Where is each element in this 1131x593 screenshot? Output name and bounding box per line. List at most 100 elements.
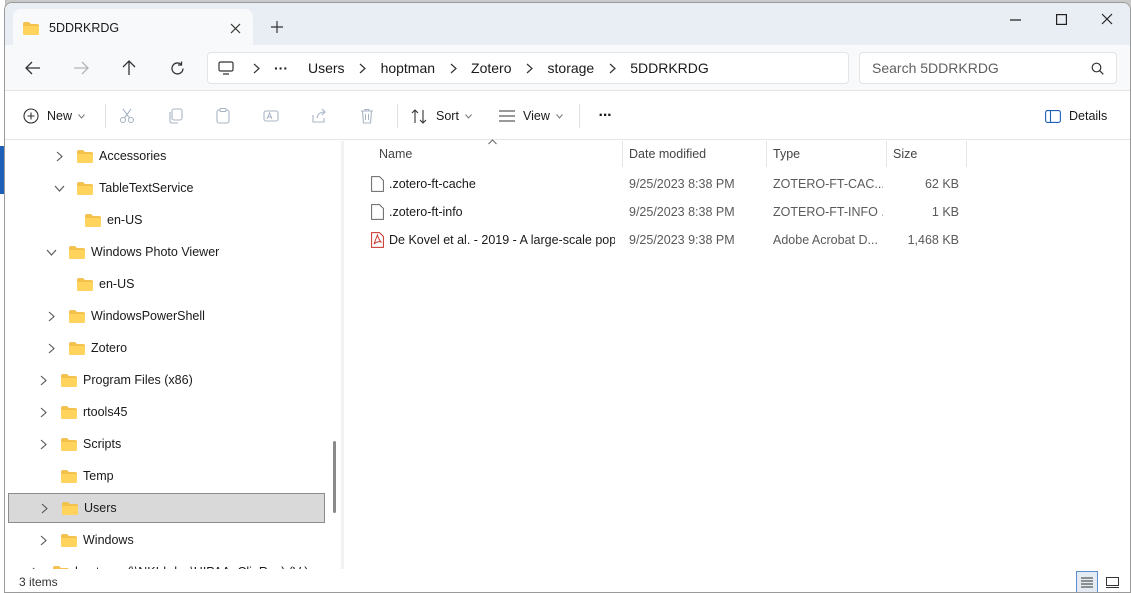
share-button[interactable] xyxy=(311,102,327,130)
file-date: 9/25/2023 9:38 PM xyxy=(629,233,735,247)
file-row[interactable]: .zotero-ft-cache 9/25/2023 8:38 PM ZOTERO-… xyxy=(363,170,963,198)
paste-button[interactable] xyxy=(215,102,231,130)
chevron-down-icon[interactable] xyxy=(51,180,67,196)
file-icon xyxy=(371,198,387,226)
nav-indent xyxy=(35,468,51,484)
breadcrumb-zotero[interactable]: Zotero xyxy=(461,60,521,76)
details-view-icon xyxy=(1081,577,1093,587)
nav-indent xyxy=(59,212,75,228)
details-pane-button[interactable]: Details xyxy=(1045,102,1107,130)
nav-item[interactable]: Zotero xyxy=(5,333,325,363)
file-name: .zotero-ft-info xyxy=(389,205,463,219)
new-tab-button[interactable] xyxy=(263,13,291,41)
close-window-button[interactable] xyxy=(1084,3,1130,35)
separator xyxy=(105,104,106,128)
details-view-button[interactable] xyxy=(1076,571,1098,592)
search-box[interactable]: Search 5DDRKRDG xyxy=(859,52,1117,84)
minimize-button[interactable] xyxy=(992,3,1038,35)
chevron-right-icon[interactable] xyxy=(43,340,59,356)
list-view-icon xyxy=(499,110,515,122)
file-type: ZOTERO-FT-CAC... xyxy=(773,177,883,191)
breadcrumb-current-folder[interactable]: 5DDRKRDG xyxy=(620,60,719,76)
breadcrumb-storage[interactable]: storage xyxy=(538,60,605,76)
file-size: 1,468 KB xyxy=(907,233,959,247)
nav-item[interactable]: Windows Photo Viewer xyxy=(5,237,325,267)
nav-scrollbar-thumb[interactable] xyxy=(333,441,336,513)
column-header-name[interactable]: Name xyxy=(373,139,623,167)
chevron-right-icon[interactable] xyxy=(43,308,59,324)
folder-icon xyxy=(61,533,77,547)
minimize-icon xyxy=(1009,18,1021,21)
chevron-right-icon[interactable] xyxy=(35,532,51,548)
nav-item[interactable]: Program Files (x86) xyxy=(5,365,325,395)
nav-item[interactable]: Scripts xyxy=(5,429,325,459)
chevron-down-icon[interactable] xyxy=(43,244,59,260)
chevron-right-icon[interactable] xyxy=(35,436,51,452)
chevron-right-icon[interactable] xyxy=(51,148,67,164)
nav-item[interactable]: Users xyxy=(8,493,325,523)
plus-circle-icon xyxy=(23,108,39,124)
forward-button[interactable] xyxy=(65,53,97,83)
close-tab-button[interactable] xyxy=(221,14,249,42)
breadcrumb-overflow[interactable]: ··· xyxy=(264,60,298,76)
nav-item[interactable]: hoptman (\\NKI-hdsn\HIPAA_ClinRes) (V:) xyxy=(5,557,325,569)
column-header-type[interactable]: Type xyxy=(767,141,887,167)
search-input[interactable]: Search 5DDRKRDG xyxy=(872,60,1091,76)
tab-5ddrkrdg[interactable]: 5DDRKRDG xyxy=(13,9,253,47)
file-icon xyxy=(371,170,387,198)
nav-item[interactable]: Temp xyxy=(5,461,325,491)
file-row[interactable]: De Kovel et al. - 2019 - A large-scale p… xyxy=(363,226,963,254)
delete-button[interactable] xyxy=(359,102,375,130)
column-header-date[interactable]: Date modified xyxy=(623,141,767,167)
up-button[interactable] xyxy=(113,53,145,83)
maximize-button[interactable] xyxy=(1038,3,1084,35)
file-row[interactable]: .zotero-ft-info 9/25/2023 8:38 PM ZOTERO-F… xyxy=(363,198,963,226)
nav-item[interactable]: en-US xyxy=(5,205,325,235)
copy-button[interactable] xyxy=(167,102,183,130)
chevron-right-icon[interactable] xyxy=(355,63,371,74)
pane-divider[interactable] xyxy=(341,141,344,569)
chevron-right-icon[interactable] xyxy=(522,63,538,74)
column-date-label: Date modified xyxy=(629,147,707,161)
new-button[interactable]: New xyxy=(23,102,85,130)
nav-item-label: Temp xyxy=(83,469,114,483)
pdf-icon xyxy=(371,226,387,254)
column-header-size[interactable]: Size xyxy=(887,141,967,167)
navigation-pane: Accessories TableTextService en-US Windows … xyxy=(5,141,338,569)
nav-item[interactable]: rtools45 xyxy=(5,397,325,427)
back-button[interactable] xyxy=(17,53,49,83)
nav-item[interactable]: Windows xyxy=(5,525,325,555)
chevron-right-icon[interactable] xyxy=(604,63,620,74)
file-type: Adobe Acrobat D... xyxy=(773,233,878,247)
separator xyxy=(579,104,580,128)
nav-item[interactable]: TableTextService xyxy=(5,173,325,203)
nav-item[interactable]: en-US xyxy=(5,269,325,299)
more-options-button[interactable]: ··· xyxy=(591,102,619,130)
nav-item[interactable]: Accessories xyxy=(5,141,325,171)
scissors-icon xyxy=(119,108,135,124)
file-name: De Kovel et al. - 2019 - A large-scale p… xyxy=(389,233,615,247)
chevron-right-icon[interactable] xyxy=(445,63,461,74)
folder-icon xyxy=(61,405,77,419)
view-button[interactable]: View xyxy=(499,102,563,130)
file-date: 9/25/2023 8:38 PM xyxy=(629,177,735,191)
folder-icon xyxy=(77,277,93,291)
breadcrumb-users[interactable]: Users xyxy=(298,60,355,76)
chevron-right-icon[interactable] xyxy=(36,500,52,516)
rename-button[interactable] xyxy=(263,102,279,130)
trash-icon xyxy=(361,108,373,124)
cut-button[interactable] xyxy=(119,102,135,130)
chevron-right-icon[interactable] xyxy=(35,404,51,420)
address-bar[interactable]: ··· Users hoptman Zotero storage 5DDRKRD… xyxy=(207,52,849,84)
sort-button[interactable]: Sort xyxy=(411,102,472,130)
nav-item[interactable]: WindowsPowerShell xyxy=(5,301,325,331)
computer-icon[interactable] xyxy=(218,61,240,75)
folder-icon xyxy=(77,181,93,195)
view-label: View xyxy=(523,109,550,123)
chevron-right-icon[interactable] xyxy=(248,63,264,74)
chevron-right-icon[interactable] xyxy=(35,372,51,388)
breadcrumb-hoptman[interactable]: hoptman xyxy=(371,60,445,76)
refresh-button[interactable] xyxy=(161,53,193,83)
folder-icon xyxy=(23,21,39,35)
tiles-view-button[interactable] xyxy=(1101,571,1123,592)
